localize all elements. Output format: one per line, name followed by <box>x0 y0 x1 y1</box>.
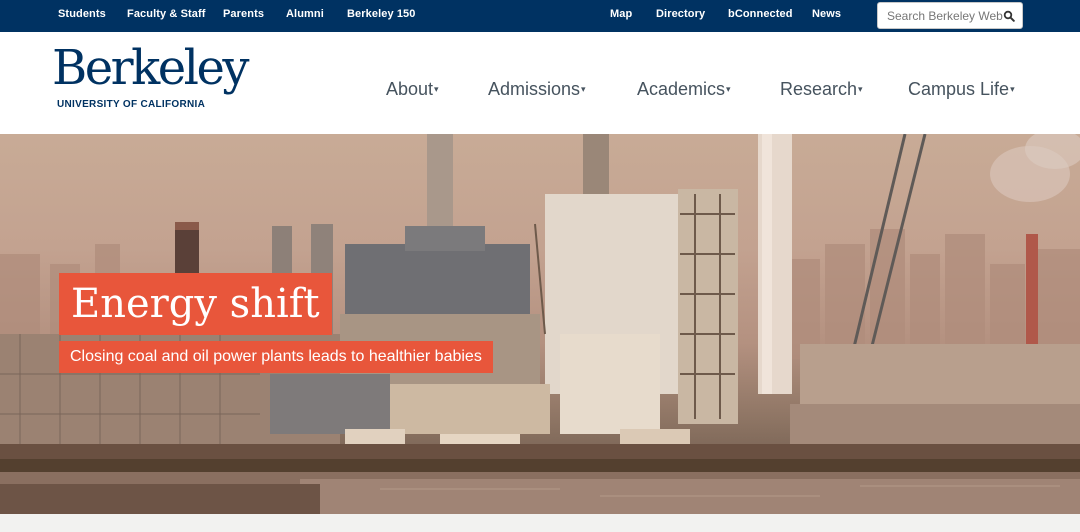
nav-admissions-label: Admissions <box>488 79 581 99</box>
hero-headline[interactable]: Energy shift <box>59 273 332 335</box>
nav-campus-life[interactable]: Campus Life▾ <box>908 79 1015 100</box>
nav-academics[interactable]: Academics▾ <box>637 79 731 100</box>
nav-research[interactable]: Research▾ <box>780 79 863 100</box>
nav-academics-label: Academics <box>637 79 726 99</box>
nav-campus-life-label: Campus Life <box>908 79 1010 99</box>
utility-link-berkeley-150[interactable]: Berkeley 150 <box>347 8 415 20</box>
utility-link-map[interactable]: Map <box>610 8 632 20</box>
berkeley-logo[interactable]: Berkeley UNIVERSITY OF CALIFORNIA <box>52 44 250 118</box>
nav-about[interactable]: About▾ <box>386 79 439 100</box>
hero-subhead[interactable]: Closing coal and oil power plants leads … <box>59 341 493 373</box>
caret-down-icon: ▾ <box>1010 84 1015 94</box>
caret-down-icon: ▾ <box>858 84 863 94</box>
utility-link-students[interactable]: Students <box>58 8 106 20</box>
utility-bar: Students Faculty & Staff Parents Alumni … <box>0 0 1080 32</box>
search-icon[interactable] <box>1003 10 1015 22</box>
utility-link-bconnected[interactable]: bConnected <box>728 8 793 20</box>
utility-link-news[interactable]: News <box>812 8 841 20</box>
utility-link-parents[interactable]: Parents <box>223 8 264 20</box>
page-bottom-strip <box>0 514 1080 532</box>
hero-banner[interactable]: Energy shift Closing coal and oil power … <box>0 134 1080 514</box>
nav-admissions[interactable]: Admissions▾ <box>488 79 586 100</box>
search-input[interactable] <box>878 3 1004 28</box>
utility-link-alumni[interactable]: Alumni <box>286 8 324 20</box>
site-header: Berkeley UNIVERSITY OF CALIFORNIA About▾… <box>0 32 1080 134</box>
caret-down-icon: ▾ <box>581 84 586 94</box>
caret-down-icon: ▾ <box>434 84 439 94</box>
logo-subtitle: UNIVERSITY OF CALIFORNIA <box>57 99 206 110</box>
search-box <box>877 2 1023 29</box>
utility-link-faculty-staff[interactable]: Faculty & Staff <box>127 8 206 20</box>
caret-down-icon: ▾ <box>726 84 731 94</box>
utility-link-directory[interactable]: Directory <box>656 8 705 20</box>
logo-wordmark: Berkeley <box>52 40 250 96</box>
nav-research-label: Research <box>780 79 858 99</box>
nav-about-label: About <box>386 79 434 99</box>
